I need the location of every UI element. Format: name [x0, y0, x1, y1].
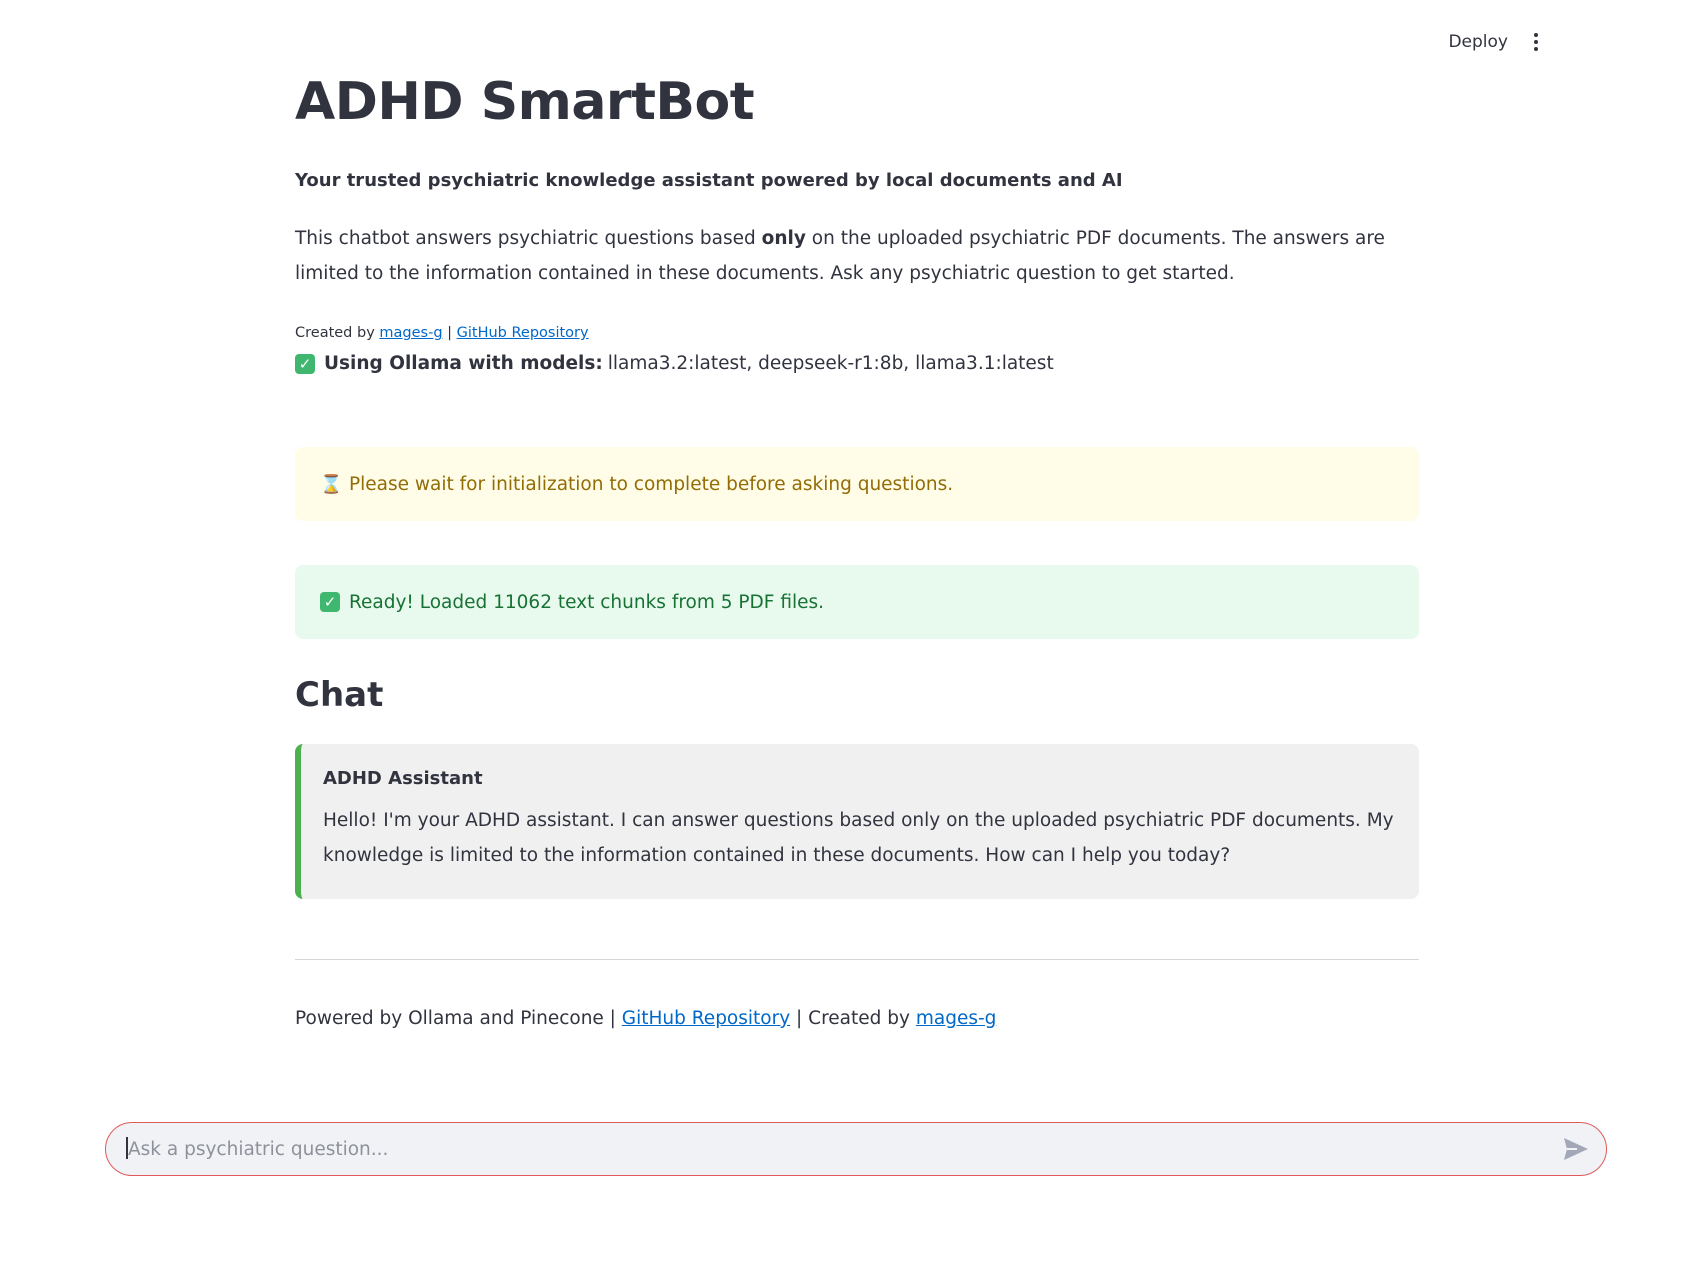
github-repository-link[interactable]: GitHub Repository	[457, 325, 589, 341]
warning-alert-text: Please wait for initialization to comple…	[349, 473, 954, 495]
chat-input-container	[105, 1122, 1607, 1176]
success-alert-text: Ready! Loaded 11062 text chunks from 5 P…	[349, 591, 825, 613]
description-text-before: This chatbot answers psychiatric questio…	[295, 228, 762, 249]
chat-message-sender: ADHD Assistant	[323, 768, 483, 789]
vertical-ellipsis-icon[interactable]	[1526, 28, 1546, 56]
warning-alert: ⌛ Please wait for initialization to comp…	[295, 447, 1419, 521]
credits-prefix: Created by	[295, 325, 380, 341]
credits-line: Created by mages-g | GitHub Repository	[295, 325, 589, 341]
chat-heading: Chat	[295, 675, 384, 715]
footer-prefix: Powered by Ollama and Pinecone |	[295, 1008, 622, 1029]
chat-message-text: Hello! I'm your ADHD assistant. I can an…	[323, 810, 1394, 866]
models-value: llama3.2:latest, deepseek-r1:8b, llama3.…	[607, 353, 1054, 374]
divider	[295, 959, 1419, 960]
chat-message: ADHD Assistant Hello! I'm your ADHD assi…	[295, 744, 1419, 899]
footer: Powered by Ollama and Pinecone | GitHub …	[295, 1008, 996, 1029]
page-title: ADHD SmartBot	[295, 72, 755, 132]
success-alert: ✓ Ready! Loaded 11062 text chunks from 5…	[295, 565, 1419, 639]
footer-github-repository-link[interactable]: GitHub Repository	[622, 1008, 790, 1029]
page-description: This chatbot answers psychiatric questio…	[295, 221, 1419, 291]
footer-author-link[interactable]: mages-g	[916, 1008, 997, 1029]
check-mark-icon: ✓	[320, 592, 340, 612]
models-label: Using Ollama with models:	[324, 353, 603, 374]
send-icon[interactable]	[1562, 1136, 1590, 1162]
footer-middle: | Created by	[790, 1008, 916, 1029]
credits-separator: |	[442, 325, 457, 341]
chat-input[interactable]	[126, 1123, 1530, 1176]
description-emphasis: only	[761, 228, 806, 249]
author-link[interactable]: mages-g	[379, 325, 442, 341]
deploy-button[interactable]: Deploy	[1440, 26, 1516, 58]
models-status: ✓ Using Ollama with models: llama3.2:lat…	[295, 353, 1054, 374]
page-subtitle: Your trusted psychiatric knowledge assis…	[295, 170, 1123, 191]
hourglass-icon: ⌛	[320, 473, 343, 495]
check-mark-icon: ✓	[295, 353, 315, 374]
top-toolbar: Deploy	[0, 0, 1706, 80]
